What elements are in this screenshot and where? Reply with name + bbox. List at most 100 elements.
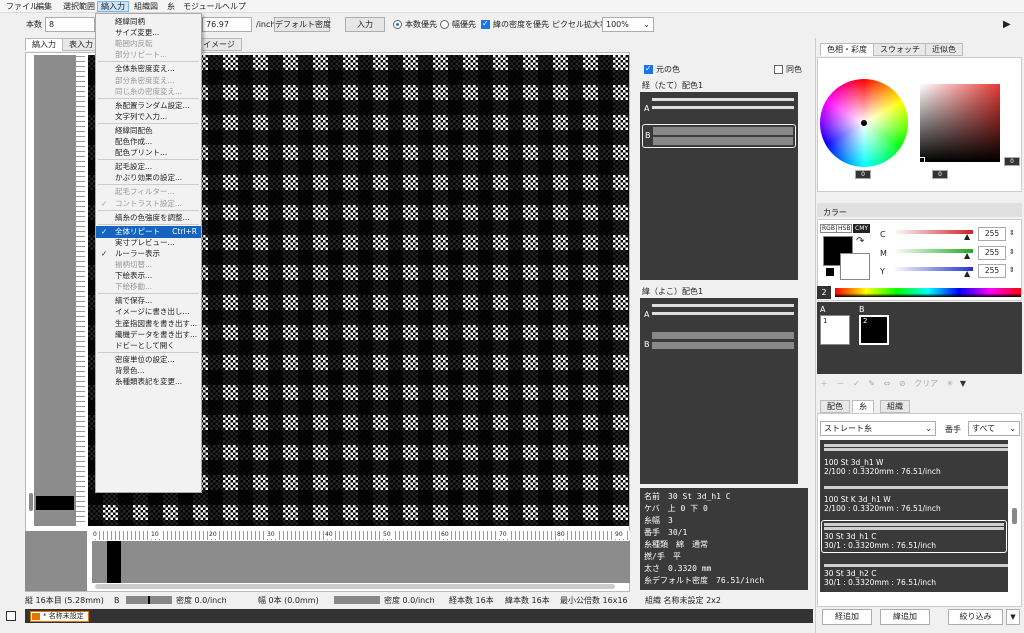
yarn-item[interactable]: 30 St 3d_h2 C 30/1 : 0.3320mm : 76.51/in… [824, 564, 1008, 587]
cmy-m-slider[interactable] [893, 249, 973, 253]
menu-selection[interactable]: 選択範囲 [60, 1, 98, 12]
add-warp-button[interactable]: 経追加 [822, 609, 872, 625]
menu-item[interactable]: かぶり効果の設定... [96, 172, 201, 184]
star-icon[interactable]: ✳ [947, 379, 954, 388]
hue-wheel-cursor[interactable] [861, 120, 867, 126]
cmy-c-value[interactable]: 255 [978, 227, 1006, 241]
horizontal-stripe-bar[interactable] [92, 541, 630, 583]
number-select[interactable]: すべて ⌄ [968, 421, 1020, 436]
color-spectrum-bar[interactable] [835, 288, 1021, 297]
weft-colorset-panel[interactable]: A B [640, 298, 798, 484]
play-arrow-icon[interactable]: ▶ [1003, 19, 1011, 30]
pixel-zoom-select[interactable]: 100% ⌄ [602, 17, 654, 32]
tab-colorset[interactable]: 配色 [820, 400, 850, 413]
spectrum-index: 2 [817, 286, 831, 299]
tab-hue-saturation[interactable]: 色相・彩度 [820, 43, 874, 56]
input-button[interactable]: 入力 [345, 17, 385, 32]
radio-count-priority[interactable] [393, 20, 402, 29]
warp-row-b[interactable]: B [642, 124, 796, 148]
tab-yarn[interactable]: 糸 [852, 400, 874, 413]
menu-item[interactable]: 縞糸の色強度を調整... [96, 212, 201, 224]
tab-image[interactable]: イメージ [196, 38, 242, 51]
yarn-item[interactable]: 100 St 3d_h1 W 2/100 : 0.3320mm : 76.51/… [824, 444, 1008, 476]
palette-swatch-1[interactable]: 1 [820, 315, 850, 345]
menu-item[interactable]: 下絵移動... [96, 281, 201, 293]
menu-separator [98, 122, 199, 124]
vertical-stripe-bar[interactable] [34, 55, 76, 526]
stepper-icon[interactable]: ⇕ [1009, 265, 1015, 276]
menu-item-label: 下絵移動... [115, 282, 153, 292]
remove-icon[interactable]: － [837, 379, 845, 388]
yarn-list[interactable]: 100 St 3d_h1 W 2/100 : 0.3320mm : 76.51/… [820, 440, 1008, 592]
no-icon[interactable]: ⊘ [899, 379, 906, 388]
menu-item[interactable]: 文字列で入力... [96, 111, 201, 123]
swap-colors-icon[interactable]: ↷ [856, 236, 864, 247]
stepper-icon[interactable]: ⇕ [1009, 228, 1015, 239]
slider-thumb-icon[interactable]: ▲ [964, 231, 970, 242]
density-input[interactable]: 76.97 [202, 17, 252, 32]
default-colors-icon[interactable] [826, 268, 834, 276]
status-width: 幅 0本 (0.0mm) [258, 596, 319, 605]
yarn-item[interactable]: 100 St K 3d_h1 W 2/100 : 0.3320mm : 76.5… [824, 486, 1008, 513]
mode-cmy[interactable]: CMY [853, 224, 871, 233]
menu-weave-diagram[interactable]: 組織図 [131, 1, 161, 12]
palette-swatch-1-num: 1 [823, 317, 828, 325]
cmy-c-slider[interactable] [893, 230, 973, 234]
menu-stripe-input[interactable]: 縞入力 [97, 1, 129, 12]
brightness-value: 0 [1004, 157, 1020, 166]
swap-icon[interactable]: ⇔ [884, 379, 891, 388]
menu-edit[interactable]: 編集 [33, 1, 55, 12]
menu-item[interactable]: ドビーとして開く [96, 340, 201, 352]
status-weft-count: 緯本数 16本 [505, 596, 550, 605]
scroll-handle[interactable] [29, 493, 33, 511]
saturation-cursor[interactable] [919, 157, 925, 163]
tab-stripe-input[interactable]: 縞入力 [25, 38, 63, 51]
mode-hsb[interactable]: HSB [836, 224, 853, 233]
cmy-m-value[interactable]: 255 [978, 246, 1006, 260]
yarn-info-panel: 名前 30 St 3d_h1 C ケバ 上 0 下 0 糸幅 3 番手 30/1… [640, 488, 808, 590]
menu-help[interactable]: ヘルプ [219, 1, 249, 12]
dropdown-arrow-icon[interactable]: ▼ [960, 379, 966, 388]
tab-weave[interactable]: 組織 [880, 400, 910, 413]
add-weft-button[interactable]: 緯追加 [880, 609, 930, 625]
default-density-button[interactable]: デフォルト密度 [274, 17, 331, 32]
document-tab[interactable]: * 名称未設定 [30, 611, 89, 622]
slider-thumb-icon[interactable]: ▲ [964, 250, 970, 261]
background-color-swatch[interactable] [840, 253, 870, 280]
menu-item[interactable]: ✓ コントラスト設定... [96, 198, 201, 210]
menu-item[interactable]: 同じ糸の密度変え... [96, 86, 201, 98]
slider-thumb-icon[interactable]: ▲ [964, 268, 970, 279]
add-icon[interactable]: ＋ [820, 379, 828, 388]
narrow-button[interactable]: 絞り込み [948, 609, 1003, 625]
cmy-y-value[interactable]: 255 [978, 264, 1006, 278]
menu-item-label: 起毛設定... [115, 162, 153, 172]
warp-density-checkbox[interactable] [481, 19, 490, 29]
palette-swatch-2[interactable]: 2 [859, 315, 889, 345]
pencil-icon[interactable]: ✎ [868, 379, 875, 388]
menu-item[interactable]: 部分リピート... [96, 49, 201, 61]
same-color-checkbox[interactable] [774, 65, 783, 74]
dropdown-arrow-icon[interactable]: ▼ [1006, 609, 1020, 625]
radio-width-priority[interactable] [440, 20, 449, 29]
menu-item[interactable]: 糸種類表記を変更... [96, 376, 201, 388]
mode-rgb[interactable]: RGB [820, 224, 837, 233]
menu-item-label: 縞糸の色強度を調整... [115, 212, 190, 222]
tab-swatch[interactable]: スウォッチ [873, 43, 927, 56]
yarn-list-scrollbar[interactable] [1012, 508, 1017, 524]
stepper-icon[interactable]: ⇕ [1009, 247, 1015, 258]
yarn-filter-select[interactable]: ストレート糸 ⌄ [820, 421, 936, 436]
saturation-square[interactable] [920, 84, 1000, 162]
document-tab-label: * 名称未設定 [43, 612, 84, 620]
cmy-y-slider[interactable] [893, 267, 973, 271]
horizontal-scrollbar[interactable] [95, 584, 615, 589]
count-input[interactable]: 8 [45, 17, 95, 32]
clear-button[interactable]: クリア [914, 379, 938, 388]
document-checkbox[interactable] [6, 611, 16, 621]
check-icon[interactable]: ✓ [853, 379, 860, 388]
tab-similar-color[interactable]: 近似色 [925, 43, 963, 56]
warp-colorset-panel[interactable]: A B [640, 92, 798, 280]
menu-item[interactable]: 配色プリント... [96, 147, 201, 159]
menu-yarn[interactable]: 糸 [164, 1, 178, 12]
yarn-item-selected[interactable]: 30 St 3d_h1 C 30/1 : 0.3320mm : 76.51/in… [821, 520, 1007, 553]
original-color-checkbox[interactable] [644, 64, 653, 74]
